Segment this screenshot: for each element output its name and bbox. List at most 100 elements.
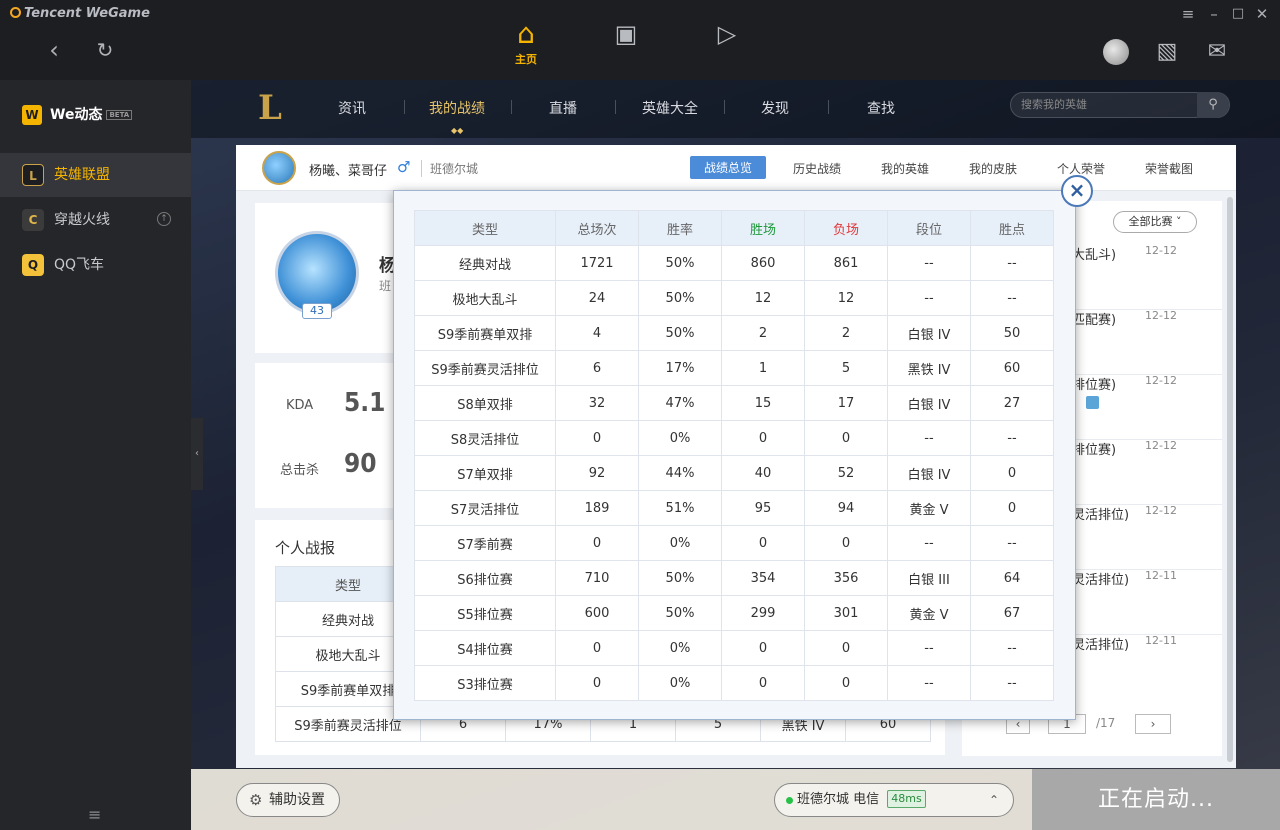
server-select[interactable]: 班德尔城 电信 48ms ⌃ [774, 783, 1014, 817]
chat-icon[interactable]: ▧ [1153, 38, 1181, 66]
table-cell: 0 [555, 420, 639, 456]
sidebar-item-cf[interactable]: C 穿越火线 ↑ [0, 198, 191, 242]
home-tab[interactable]: ⌂ 主页 [506, 14, 546, 66]
header-total: 总场次 [555, 210, 639, 246]
minimize-button[interactable]: – [1204, 4, 1224, 24]
close-popup-button[interactable]: × [1061, 175, 1093, 207]
refresh-button[interactable]: ↻ [91, 36, 119, 64]
table-row: S6排位赛 710 50% 354 356 白银 III 64 [414, 560, 1054, 596]
lol-tab-news[interactable]: 资讯 [338, 98, 366, 118]
match-item[interactable]: 匹配赛) [1072, 309, 1116, 328]
match-date: 12-11 [1145, 634, 1177, 647]
mail-icon[interactable]: ✉ [1203, 38, 1231, 66]
launch-button[interactable]: 正在启动... [1032, 769, 1280, 830]
back-button[interactable]: ‹ [40, 36, 68, 64]
table-cell: 50% [638, 245, 722, 281]
tab-my-heroes[interactable]: 我的英雄 [881, 160, 929, 177]
user-avatar[interactable] [1103, 39, 1129, 65]
match-item[interactable]: 灵活排位) [1072, 634, 1129, 653]
lol-tab-discover[interactable]: 发现 [761, 98, 789, 118]
table-cell: 27 [970, 385, 1054, 421]
tab-history[interactable]: 历史战绩 [793, 160, 841, 177]
lol-tab-label: 我的战绩 [429, 101, 485, 117]
match-item[interactable]: 大乱斗) [1072, 244, 1116, 263]
match-item[interactable]: 灵活排位) [1072, 569, 1129, 588]
stats-body: 经典对战 1721 50% 860 861 -- -- 极地大乱斗 24 50% 12 12 -- -- S… [414, 245, 1054, 701]
ping-badge: 48ms [887, 790, 926, 808]
menu-button[interactable]: ≡ [1178, 4, 1198, 24]
close-window-button[interactable]: ✕ [1252, 4, 1272, 24]
table-cell: 0 [555, 665, 639, 701]
table-cell: 40 [721, 455, 805, 491]
hero-search-input[interactable]: 搜索我的英雄 ⚲ [1010, 92, 1230, 118]
table-cell: 710 [555, 560, 639, 596]
match-item[interactable]: 灵活排位) [1072, 504, 1129, 523]
update-icon[interactable]: ↑ [157, 212, 171, 226]
table-cell: 356 [804, 560, 888, 596]
divider [511, 100, 512, 114]
sidebar-menu-icon[interactable]: ≡ [88, 805, 101, 824]
table-cell: 黄金 V [887, 595, 971, 631]
sidebar-item-lol[interactable]: L 英雄联盟 [0, 153, 191, 197]
table-row: S9季前赛灵活排位 6 17% 1 5 黑铁 IV 60 [414, 350, 1054, 386]
table-cell: 92 [555, 455, 639, 491]
page-total: /17 [1096, 716, 1116, 730]
male-icon: ♂ [397, 158, 411, 176]
table-cell: 50 [970, 315, 1054, 351]
search-icon[interactable]: ⚲ [1197, 92, 1229, 118]
tab-screenshots[interactable]: 荣誉截图 [1145, 160, 1193, 177]
tab-overview[interactable]: 战绩总览 [690, 156, 767, 179]
table-cell: 1721 [555, 245, 639, 281]
table-cell: 50% [638, 560, 722, 596]
tab-honors[interactable]: 个人荣誉 [1057, 160, 1105, 177]
store-tab[interactable]: ▣ [606, 14, 646, 64]
kda-value: 5.1 [344, 388, 386, 418]
table-cell: S3排位赛 [414, 665, 556, 701]
we-dynamics-header[interactable]: W We动态 BETA [22, 104, 133, 125]
image-icon[interactable] [1086, 396, 1099, 409]
collapse-sidebar-handle[interactable]: ‹ [191, 418, 203, 490]
kills-label: 总击杀 [280, 463, 320, 478]
scrollbar[interactable] [1227, 197, 1233, 762]
home-label: 主页 [515, 53, 537, 66]
lol-tab-search[interactable]: 查找 [867, 98, 895, 118]
match-filter-select[interactable]: 全部比赛 ˅ [1113, 211, 1197, 233]
table-cell: 94 [804, 490, 888, 526]
left-sidebar: W We动态 BETA L 英雄联盟 C 穿越火线 ↑ Q QQ飞车 ≡ [0, 80, 191, 830]
filter-label: 全部比赛 [1128, 215, 1173, 228]
summoner-server: 班 [379, 279, 392, 293]
level-badge: 43 [302, 303, 332, 319]
we-logo-icon: W [22, 105, 42, 125]
table-cell: -- [970, 525, 1054, 561]
match-item[interactable]: 排位赛) [1072, 439, 1116, 458]
table-cell: 47% [638, 385, 722, 421]
table-cell: 6 [555, 350, 639, 386]
gear-icon: ⚙ [249, 791, 263, 809]
table-cell: -- [970, 280, 1054, 316]
table-cell: 1 [721, 350, 805, 386]
table-cell: 861 [804, 245, 888, 281]
sidebar-item-qqspeed[interactable]: Q QQ飞车 [0, 243, 191, 287]
match-item[interactable]: 排位赛) [1072, 374, 1116, 393]
qqspeed-game-icon: Q [22, 254, 44, 276]
table-cell: 51% [638, 490, 722, 526]
table-cell: 67 [970, 595, 1054, 631]
chevron-up-icon: ⌃ [988, 793, 999, 807]
table-cell: 黑铁 IV [887, 350, 971, 386]
table-cell: -- [887, 420, 971, 456]
assist-settings-button[interactable]: ⚙ 辅助设置 [236, 783, 340, 817]
lol-tab-live[interactable]: 直播 [549, 98, 577, 118]
table-cell: 32 [555, 385, 639, 421]
lol-tab-my-record[interactable]: 我的战绩 ◆◆ [429, 98, 485, 135]
next-page-button[interactable]: › [1135, 714, 1171, 734]
table-cell: 52 [804, 455, 888, 491]
maximize-button[interactable]: □ [1228, 4, 1248, 24]
video-tab[interactable]: ▷ [707, 14, 747, 64]
table-cell: 0 [970, 455, 1054, 491]
lol-tab-heroes[interactable]: 英雄大全 [642, 98, 698, 118]
table-row: S3排位赛 0 0% 0 0 -- -- [414, 665, 1054, 701]
header-type: 类型 [414, 210, 556, 246]
tab-my-skins[interactable]: 我的皮肤 [969, 160, 1017, 177]
table-cell: 12 [721, 280, 805, 316]
match-date: 12-12 [1145, 439, 1177, 452]
